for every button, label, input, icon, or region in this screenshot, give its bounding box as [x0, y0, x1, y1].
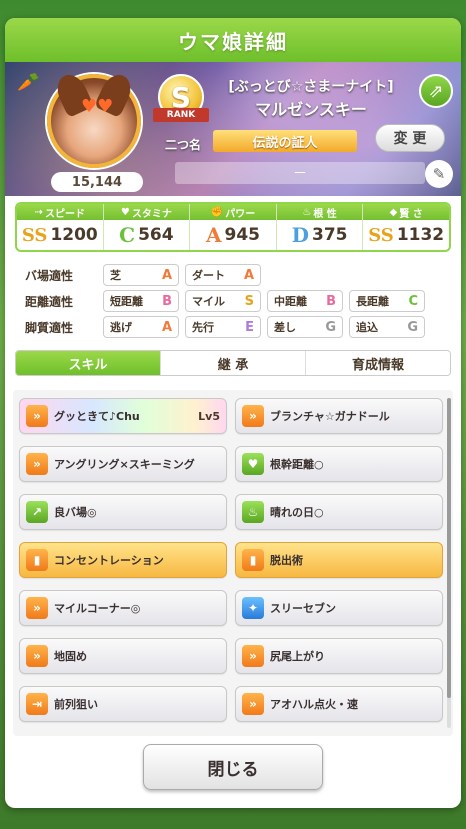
dialog-title: ウマ娘詳細: [5, 18, 461, 62]
skill-item[interactable]: » マイルコーナー◎: [19, 590, 227, 626]
stats-panel: ⇢ スピード SS 1200 ♥ スタミナ C 564 ✊ パワー A 945 ♨ 根 性 D…: [15, 202, 451, 252]
apt-leader: 先行 E: [185, 316, 261, 338]
skill-item[interactable]: ✦ スリーセブン: [235, 590, 443, 626]
passive-skill-icon: ♨: [242, 501, 264, 523]
tab-training-info[interactable]: 育成情報: [306, 351, 450, 375]
apt-runner: 逃げ A: [103, 316, 179, 338]
debuff-skill-icon: ✦: [242, 597, 264, 619]
stat-label: 賢 さ: [399, 208, 423, 220]
stat-value: 1132: [396, 225, 445, 245]
graduation-cap-icon: ◆: [389, 206, 398, 218]
muscle-icon: ✊: [210, 206, 224, 218]
distance-aptitude-row: 距離適性 短距離 B マイル S 中距離 B 長距離 C: [19, 288, 447, 314]
stat-value: 564: [138, 225, 174, 245]
speed-skill-icon: »: [26, 645, 48, 667]
gate-skill-icon: ▮: [26, 549, 48, 571]
skill-item[interactable]: » アングリング×スキーミング: [19, 446, 227, 482]
share-icon: ⇗: [428, 80, 444, 102]
apt-row-label: バ場適性: [25, 268, 74, 283]
speed-skill-icon: »: [26, 597, 48, 619]
nickname-label[interactable]: 二つ名: [155, 136, 211, 153]
skills-scrollbar[interactable]: [447, 398, 451, 728]
change-title-button[interactable]: 変 更: [375, 124, 445, 152]
tab-inheritance[interactable]: 継 承: [161, 351, 306, 375]
carrot-icon: 🥕: [17, 72, 40, 93]
stat-power: ✊ パワー A 945: [190, 204, 277, 250]
skill-level: Lv5: [198, 409, 220, 423]
speed-skill-icon: »: [242, 693, 264, 715]
skill-item[interactable]: ▮ コンセントレーション: [19, 542, 227, 578]
detail-tabs: スキル 継 承 育成情報: [15, 350, 451, 376]
horse-name: マルゼンスキー: [255, 100, 367, 119]
stat-label: スピード: [44, 208, 85, 220]
speed-skill-icon: »: [242, 645, 264, 667]
aptitude-table: バ場適性 芝A ダート A 距離適性 短距離 B マイル S 中距離 B 長距離 C 脚質…: [19, 262, 447, 340]
apt-medium: 中距離 B: [267, 290, 343, 312]
outfit-name: [ぶっとび☆さまーナイト]: [228, 79, 394, 95]
speed-icon: ⇢: [34, 206, 43, 218]
rank-badge: S RANK: [153, 74, 209, 132]
position-skill-icon: ⇥: [26, 693, 48, 715]
skill-item[interactable]: ↗ 良バ場◎: [19, 494, 227, 530]
track-aptitude-row: バ場適性 芝A ダート A: [19, 262, 447, 288]
speed-skill-icon: »: [26, 405, 48, 427]
stat-grade: C: [119, 223, 136, 247]
stat-value: 945: [224, 225, 261, 245]
apt-mile: マイル S: [185, 290, 261, 312]
skill-item[interactable]: ▮ 脱出術: [235, 542, 443, 578]
skill-item[interactable]: » 尻尾上がり: [235, 638, 443, 674]
share-button[interactable]: ⇗: [419, 74, 453, 108]
style-aptitude-row: 脚質適性 逃げ A 先行 E 差し G 追込 G: [19, 314, 447, 340]
apt-dirt: ダート A: [185, 264, 261, 286]
edit-memo-button[interactable]: ✎: [425, 160, 453, 188]
stat-label: 根 性: [313, 208, 337, 220]
apt-row-label: 脚質適性: [25, 320, 74, 335]
rank-ribbon: RANK: [153, 108, 209, 122]
stamina-skill-icon: ♥: [242, 453, 264, 475]
scrollbar-thumb[interactable]: [447, 398, 451, 698]
skill-item[interactable]: ⇥ 前列狙い: [19, 686, 227, 722]
heart-icon: ♥: [120, 206, 130, 218]
skills-list[interactable]: » グッときて♪Chu Lv5 » ブランチャ☆ガナドール » アングリング×スキーミン…: [13, 390, 453, 736]
stat-label: パワー: [225, 208, 256, 220]
stat-value: 1200: [50, 225, 98, 245]
speed-skill-icon: »: [242, 405, 264, 427]
skill-item[interactable]: ♨ 晴れの日○: [235, 494, 443, 530]
stat-grade: A: [205, 223, 222, 247]
title-badge: 伝説の証人: [213, 130, 357, 152]
apt-long: 長距離 C: [349, 290, 425, 312]
tab-skills[interactable]: スキル: [16, 351, 161, 375]
skill-item[interactable]: » グッときて♪Chu Lv5: [19, 398, 227, 434]
stat-wisdom: ◆ 賢 さ SS 1132: [363, 204, 449, 250]
stat-stamina: ♥ スタミナ C 564: [103, 204, 191, 250]
close-button[interactable]: 閉じる: [143, 744, 323, 790]
apt-turf: 芝A: [103, 264, 179, 286]
skill-item[interactable]: ♥ 根幹距離○: [235, 446, 443, 482]
skill-item[interactable]: » ブランチャ☆ガナドール: [235, 398, 443, 434]
flame-icon: ♨: [302, 206, 312, 218]
stat-speed: ⇢ スピード SS 1200: [17, 204, 104, 250]
stat-guts: ♨ 根 性 D 375: [276, 204, 364, 250]
apt-betweener: 差し G: [267, 316, 343, 338]
fan-count: 15,144: [51, 172, 143, 192]
apt-sprint: 短距離 B: [103, 290, 179, 312]
skill-item[interactable]: » 地固め: [19, 638, 227, 674]
skill-item[interactable]: » アオハル点火・速: [235, 686, 443, 722]
profile-header: 🥕 ♥♥ 15,144 S RANK 二つ名 [ぶっとび☆さまーナイト] マルゼ…: [5, 62, 461, 196]
stat-label: スタミナ: [131, 208, 172, 220]
horse-detail-dialog: ウマ娘詳細 🥕 ♥♥ 15,144 S RANK 二つ名 [ぶっとび☆さまーナイ…: [5, 18, 461, 808]
stat-value: 375: [312, 225, 348, 245]
pencil-icon: ✎: [432, 165, 446, 183]
stat-grade: SS: [368, 224, 394, 246]
stat-grade: D: [291, 223, 309, 247]
gate-skill-icon: ▮: [242, 549, 264, 571]
character-portrait[interactable]: ♥♥: [47, 69, 141, 168]
heart-sunglasses-icon: ♥♥: [81, 96, 114, 117]
apt-chaser: 追込 G: [349, 316, 425, 338]
memo-field: －: [175, 162, 425, 184]
stat-grade: SS: [21, 224, 48, 246]
speed-skill-icon: »: [26, 453, 48, 475]
passive-skill-icon: ↗: [26, 501, 48, 523]
apt-row-label: 距離適性: [25, 294, 74, 309]
